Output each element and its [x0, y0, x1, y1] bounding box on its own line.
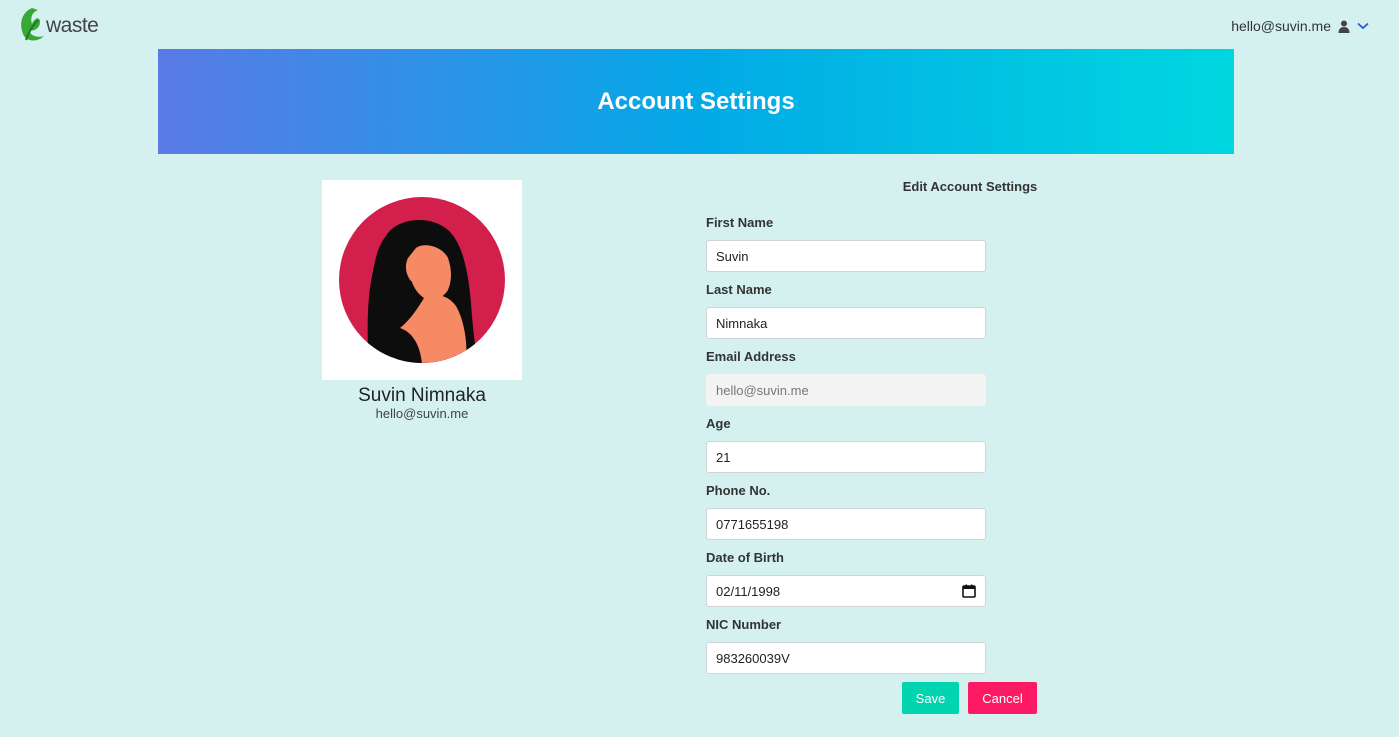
profile-email: hello@suvin.me	[375, 406, 469, 421]
user-menu[interactable]: hello@suvin.me	[1231, 18, 1369, 34]
dob-label: Date of Birth	[706, 550, 784, 565]
profile-name: Suvin Nimnaka	[358, 385, 486, 406]
first-name-field: First Name Suvin	[706, 214, 986, 272]
nic-label: NIC Number	[706, 617, 782, 632]
leaf-logo-icon	[21, 8, 44, 41]
dob-field: Date of Birth 02/11/1998	[706, 549, 986, 607]
save-button[interactable]: Save	[902, 682, 959, 714]
phone-field: Phone No. 0771655198	[706, 482, 986, 540]
email-field: Email Address hello@suvin.me	[706, 348, 986, 406]
avatar	[322, 180, 522, 380]
phone-input[interactable]: 0771655198	[706, 508, 986, 540]
user-email: hello@suvin.me	[1231, 18, 1331, 34]
page-title: Account Settings	[597, 87, 795, 115]
phone-value: 0771655198	[716, 516, 789, 532]
last-name-value: Nimnaka	[716, 315, 768, 331]
dob-input[interactable]: 02/11/1998	[706, 575, 986, 607]
first-name-input[interactable]: Suvin	[706, 240, 986, 272]
dob-value: 02/11/1998	[716, 583, 781, 599]
age-label: Age	[706, 416, 731, 431]
nic-input[interactable]: 983260039V	[706, 642, 986, 674]
age-field: Age 21	[706, 415, 986, 473]
page-banner: Account Settings	[158, 49, 1234, 154]
avatar-illustration	[339, 197, 505, 363]
email-value: hello@suvin.me	[716, 382, 809, 398]
phone-label: Phone No.	[706, 483, 771, 498]
email-input: hello@suvin.me	[706, 374, 986, 406]
last-name-input[interactable]: Nimnaka	[706, 307, 986, 339]
person-icon	[1338, 20, 1350, 33]
chevron-down-icon[interactable]	[1357, 22, 1369, 30]
brand-name: waste	[46, 14, 99, 37]
nic-value: 983260039V	[716, 650, 790, 666]
first-name-label: First Name	[706, 215, 774, 230]
last-name-label: Last Name	[706, 282, 772, 297]
nic-field: NIC Number 983260039V	[706, 616, 986, 674]
age-value: 21	[716, 449, 731, 465]
age-input[interactable]: 21	[706, 441, 986, 473]
last-name-field: Last Name Nimnaka	[706, 281, 986, 339]
email-label: Email Address	[706, 349, 796, 364]
brand-logo[interactable]: waste	[18, 6, 108, 44]
cancel-button[interactable]: Cancel	[968, 682, 1037, 714]
calendar-icon[interactable]	[962, 584, 976, 598]
first-name-value: Suvin	[716, 248, 749, 264]
form-title: Edit Account Settings	[902, 179, 1038, 194]
